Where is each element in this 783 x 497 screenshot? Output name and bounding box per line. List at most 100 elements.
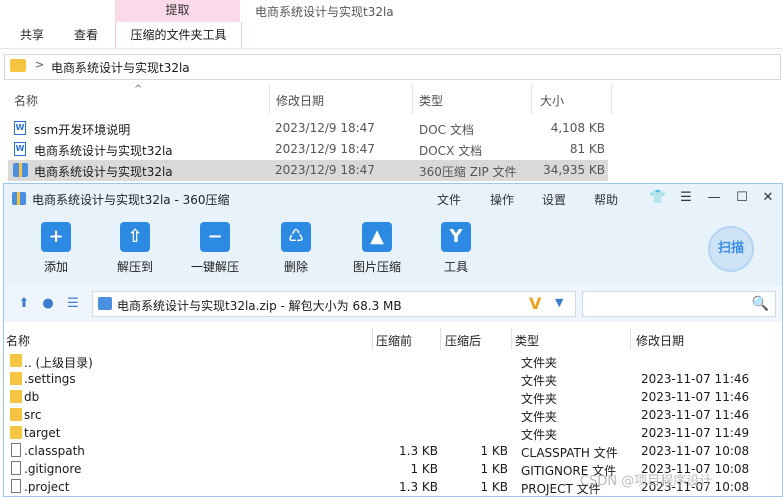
column-divider[interactable]: [440, 328, 441, 350]
image-compress-label: 图片压缩: [352, 260, 401, 274]
zip-path-text: 电商系统设计与实现t32la.zip - 解包大小为 68.3 MB: [117, 299, 402, 313]
zip-row[interactable]: .classpath 1.3 KB 1 KB CLASSPATH 文件 2023-11-…: [4, 442, 782, 460]
column-divider[interactable]: [412, 84, 413, 114]
zip-path-field[interactable]: 电商系统设计与实现t32la.zip - 解包大小为 68.3 MB V ▼: [92, 291, 576, 317]
column-name[interactable]: 名称: [14, 92, 38, 109]
up-arrow-icon[interactable]: ⬆: [17, 297, 31, 311]
zip-row-name: .classpath: [24, 444, 85, 458]
zip-row-modified: 2023-11-07 11:46: [641, 408, 750, 422]
column-divider[interactable]: [511, 328, 512, 350]
menu-help[interactable]: 帮助: [594, 191, 618, 208]
file-name: 电商系统设计与实现t32la: [34, 144, 173, 158]
tools-icon: Y: [441, 222, 471, 252]
explorer-list-header: ^ 名称 修改日期 类型 大小: [0, 84, 783, 114]
one-click-extract-button[interactable]: − 一键解压: [180, 222, 250, 282]
column-divider[interactable]: [630, 328, 631, 350]
add-label: 添加: [43, 260, 68, 274]
delete-button[interactable]: ♺ 删除: [261, 222, 331, 282]
minimize-button[interactable]: —: [705, 189, 723, 207]
one-click-extract-icon: −: [200, 222, 230, 252]
zip-row-type: 文件夹: [521, 374, 558, 388]
tab-compressed-folder-tools[interactable]: 压缩的文件夹工具: [115, 22, 242, 48]
menu-file[interactable]: 文件: [437, 191, 461, 208]
menu-settings[interactable]: 设置: [542, 191, 566, 208]
zip-search-input[interactable]: 🔍: [582, 291, 776, 317]
tools-button[interactable]: Y 工具: [421, 222, 491, 282]
file-row[interactable]: W ssm开发环境说明 2023/12/9 18:47 DOC 文档 4,108…: [8, 118, 608, 139]
address-bar[interactable]: > 电商系统设计与实现t32la: [4, 54, 781, 80]
zip-row-modified: 2023-11-07 11:46: [641, 390, 750, 404]
file-modified: 2023/12/9 18:47: [275, 142, 375, 156]
zip-row-type: 文件夹: [521, 410, 558, 424]
search-icon[interactable]: 🔍: [752, 296, 769, 312]
extract-to-button[interactable]: ⇧ 解压到: [100, 222, 170, 282]
zip-column-type[interactable]: 类型: [515, 332, 539, 349]
zip-row[interactable]: .. (上级目录) 文件夹: [4, 352, 782, 370]
column-type[interactable]: 类型: [419, 92, 443, 109]
zip-row-after: 1 KB: [480, 462, 508, 476]
zip-row[interactable]: .settings 文件夹 2023-11-07 11:46: [4, 370, 782, 388]
file-modified: 2023/12/9 18:47: [275, 163, 375, 177]
zip-row-after: 1 KB: [480, 444, 508, 458]
zip-title-bar[interactable]: 电商系统设计与实现t32la - 360压缩 文件 操作 设置 帮助 👕 ☰ —…: [4, 184, 782, 214]
zip-app-icon: [12, 192, 26, 205]
zip-row-type: 文件夹: [521, 428, 558, 442]
zip-window-title: 电商系统设计与实现t32la - 360压缩: [32, 193, 230, 207]
file-row-selected[interactable]: 电商系统设计与实现t32la 2023/12/9 18:47 360压缩 ZIP…: [8, 160, 608, 181]
skin-icon[interactable]: 👕: [649, 189, 667, 207]
column-divider[interactable]: [269, 84, 270, 114]
folder-icon: [10, 426, 22, 439]
zip-row-before: 1.3 KB: [399, 444, 438, 458]
zip-row-name: .settings: [24, 372, 76, 386]
file-size: 81 KB: [569, 142, 605, 156]
chevron-right-icon[interactable]: >: [35, 58, 44, 71]
scan-button[interactable]: 扫描: [708, 226, 754, 272]
folder-icon: [10, 390, 22, 403]
column-size[interactable]: 大小: [540, 92, 564, 109]
folder-icon: [10, 372, 22, 385]
add-button[interactable]: + 添加: [21, 222, 91, 282]
column-divider[interactable]: [372, 328, 373, 350]
extract-icon: ⇧: [120, 222, 150, 252]
zip-toolbar: + 添加 ⇧ 解压到 − 一键解压 ♺ 删除 ▲ 图片压缩 Y 工具 扫描: [4, 214, 782, 286]
explorer-window-title: 电商系统设计与实现t32la: [255, 5, 394, 19]
zip-nav-bar: ⬆ ● ☰ 电商系统设计与实现t32la.zip - 解包大小为 68.3 MB…: [4, 286, 782, 322]
maximize-button[interactable]: ☐: [733, 189, 751, 207]
zip-row-type: 文件夹: [521, 392, 558, 406]
zip-row[interactable]: target 文件夹 2023-11-07 11:49: [4, 424, 782, 442]
file-name: 电商系统设计与实现t32la: [34, 165, 173, 179]
zip-column-name[interactable]: 名称: [6, 332, 30, 349]
file-modified: 2023/12/9 18:47: [275, 121, 375, 135]
column-divider[interactable]: [611, 84, 612, 114]
v-logo-icon[interactable]: V: [529, 294, 541, 313]
tab-view[interactable]: 查看: [74, 24, 98, 46]
zip-file-icon: [98, 297, 112, 310]
zip-column-after[interactable]: 压缩后: [445, 332, 481, 349]
address-path[interactable]: 电商系统设计与实现t32la: [51, 59, 190, 76]
file-name: ssm开发环境说明: [34, 123, 131, 137]
zip-row-modified: 2023-11-07 11:46: [641, 372, 750, 386]
tab-share[interactable]: 共享: [20, 24, 44, 46]
zip-row-name: target: [24, 426, 61, 440]
watermark: CSDN @项目程序设计: [580, 474, 713, 489]
menu-icon[interactable]: ☰: [677, 189, 695, 207]
chevron-down-icon[interactable]: ▼: [555, 296, 563, 309]
close-button[interactable]: ✕: [759, 189, 777, 207]
file-icon: [11, 479, 21, 493]
sort-up-icon: ^: [134, 84, 143, 95]
zip-row-before: 1.3 KB: [399, 480, 438, 494]
menu-operation[interactable]: 操作: [490, 191, 514, 208]
one-click-extract-label: 一键解压: [190, 260, 239, 274]
image-compress-button[interactable]: ▲ 图片压缩: [342, 222, 412, 282]
info-icon[interactable]: ●: [41, 297, 55, 311]
zip-row[interactable]: src 文件夹 2023-11-07 11:46: [4, 406, 782, 424]
column-divider[interactable]: [531, 84, 532, 114]
zip-column-modified[interactable]: 修改日期: [636, 332, 684, 349]
zip-row-modified: 2023-11-07 10:08: [641, 444, 750, 458]
file-row[interactable]: W 电商系统设计与实现t32la 2023/12/9 18:47 DOCX 文档…: [8, 139, 608, 160]
zip-row[interactable]: db 文件夹 2023-11-07 11:46: [4, 388, 782, 406]
list-view-icon[interactable]: ☰: [66, 297, 80, 311]
column-modified[interactable]: 修改日期: [276, 92, 324, 109]
zip-column-before[interactable]: 压缩前: [376, 332, 412, 349]
extract-context-label[interactable]: 提取: [115, 0, 240, 22]
